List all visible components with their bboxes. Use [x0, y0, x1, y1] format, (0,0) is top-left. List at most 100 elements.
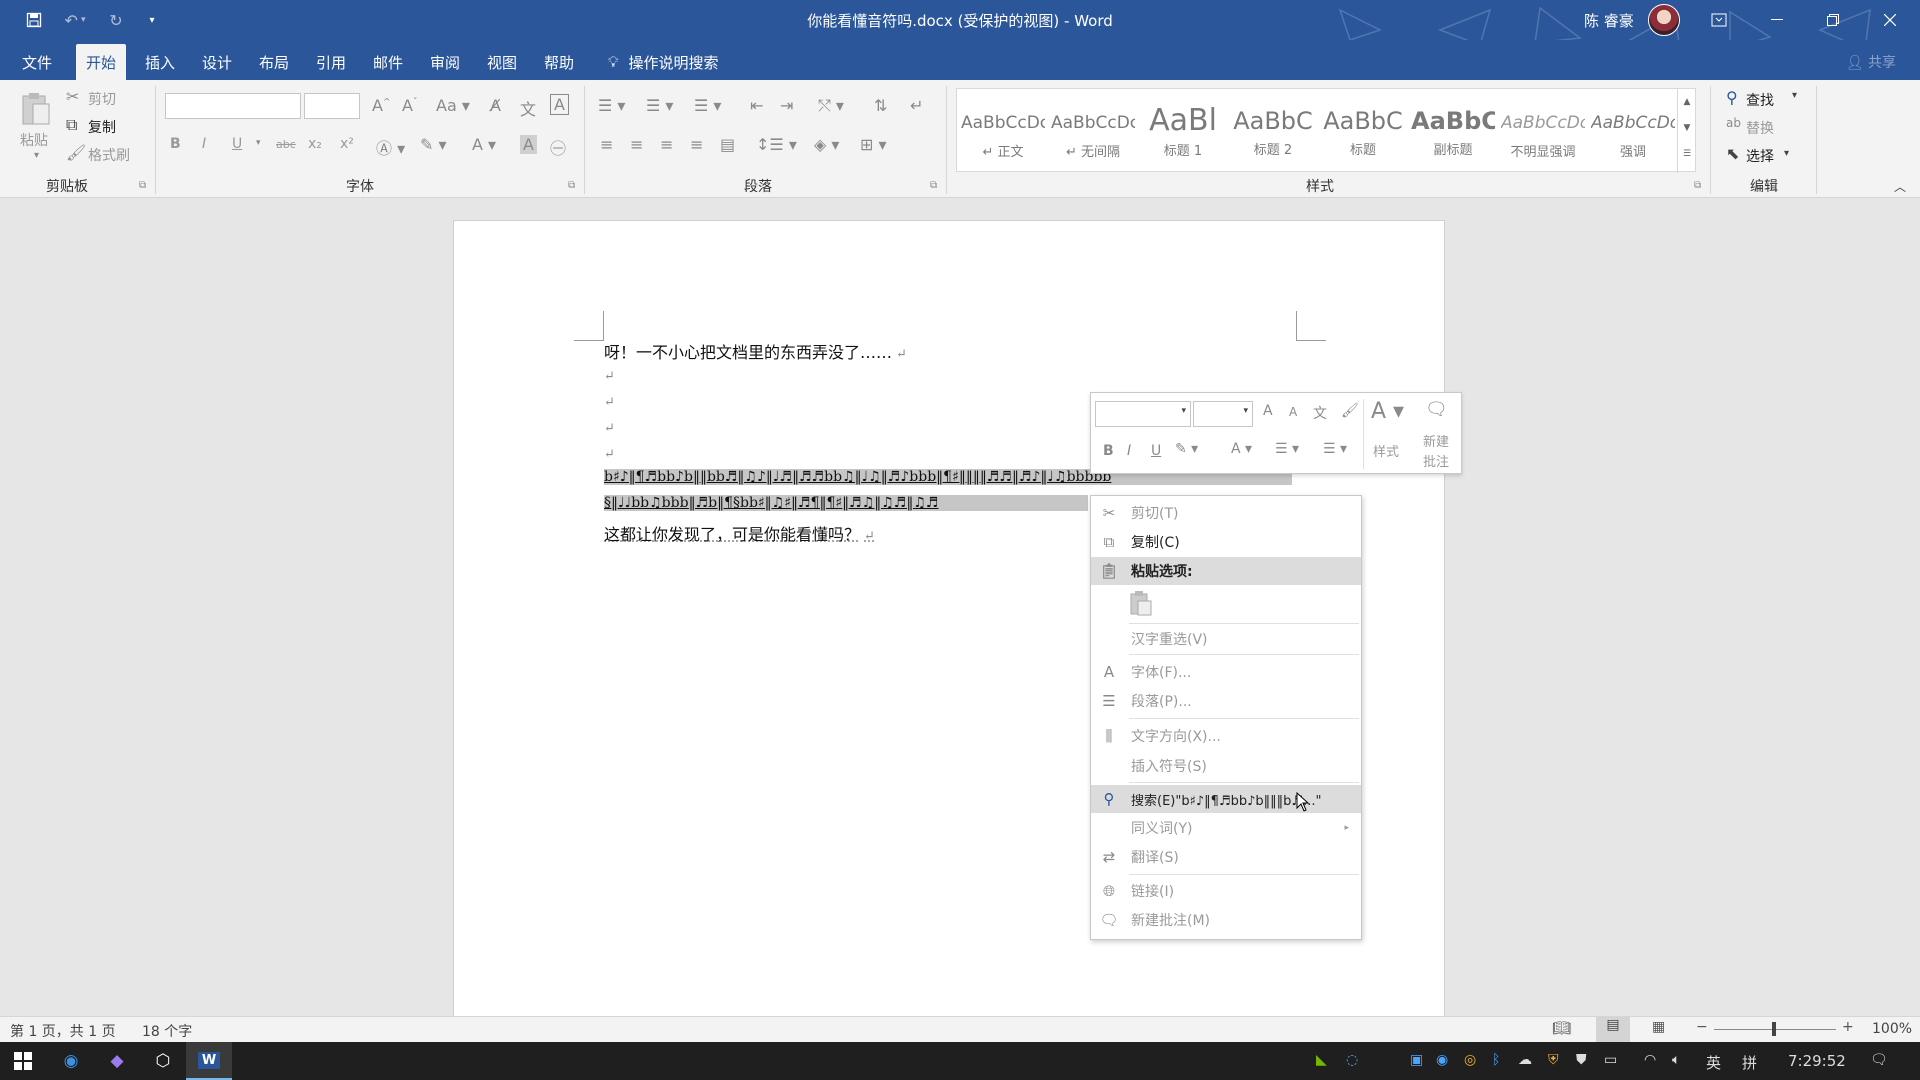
subscript-icon[interactable]: x₂ — [308, 136, 322, 152]
font-color-icon[interactable]: A ▾ — [472, 135, 496, 154]
menu-item-text-direction[interactable]: ⫼ 文字方向(X)... — [1091, 722, 1361, 750]
menu-item-reconvert[interactable]: 汉字重选(V) — [1091, 625, 1361, 653]
bluetooth-icon[interactable]: ᛒ — [1492, 1052, 1500, 1068]
page-count[interactable]: 第 1 页，共 1 页 — [10, 1021, 116, 1041]
character-border-icon[interactable]: A — [550, 94, 569, 115]
minimize-icon[interactable] — [1749, 0, 1805, 40]
menu-item-synonyms[interactable]: 同义词(Y) ▸ — [1091, 814, 1361, 842]
mini-bullets-icon[interactable]: ☰ ▾ — [1275, 441, 1299, 457]
shrink-font-icon[interactable]: Aˇ — [402, 96, 417, 115]
mini-shrink-font-icon[interactable]: A — [1289, 405, 1297, 419]
mini-font-name-combo[interactable]: ▾ — [1095, 401, 1191, 427]
align-left-icon[interactable]: ≡ — [600, 135, 613, 154]
avatar[interactable] — [1648, 4, 1680, 36]
asian-layout-icon[interactable]: ⤲ ▾ — [818, 96, 844, 116]
font-launcher-icon[interactable]: ⧉ — [568, 180, 575, 191]
italic-icon[interactable]: I — [202, 136, 206, 152]
highlight-icon[interactable]: ✎ ▾ — [420, 135, 447, 154]
restore-icon[interactable] — [1805, 0, 1861, 40]
nvidia-icon[interactable]: ◣ — [1316, 1052, 1327, 1068]
notification-icon[interactable]: 🗨︎ — [1870, 1052, 1888, 1068]
mini-bold-icon[interactable]: B — [1103, 443, 1114, 459]
print-layout-icon[interactable]: ▤ — [1596, 1017, 1630, 1042]
enclose-characters-icon[interactable]: ㊀ — [550, 135, 566, 159]
tab-home[interactable]: 开始 — [76, 44, 127, 80]
strikethrough-icon[interactable]: abc — [276, 138, 296, 151]
collapse-ribbon-icon[interactable]: ︿ — [1894, 178, 1906, 195]
clipboard-launcher-icon[interactable]: ⧉ — [139, 180, 146, 191]
keep-text-only-icon[interactable] — [1129, 590, 1155, 618]
menu-item-cut[interactable]: ✂ 剪切(T) — [1091, 499, 1361, 527]
word-count[interactable]: 18 个字 — [142, 1021, 192, 1041]
underline-dropdown-icon[interactable]: ▾ — [256, 138, 261, 148]
empty-paragraph[interactable]: ↵ — [604, 391, 615, 410]
numbering-icon[interactable]: ☰ ▾ — [646, 96, 673, 115]
style-heading-1[interactable]: AaBl 标题 1 — [1141, 103, 1225, 167]
menu-item-search[interactable]: ⚲ 搜索(E)"b♯♪‖¶♬bb♪b‖‖‖b♬..." — [1091, 785, 1361, 813]
align-center-icon[interactable]: ≡ — [630, 135, 643, 154]
chevron-down-icon[interactable]: ▼ — [1678, 115, 1696, 141]
tray-app-2-icon[interactable]: ◉ — [1436, 1052, 1448, 1068]
font-name-combo[interactable] — [165, 93, 301, 119]
battery-icon[interactable]: ▭ — [1604, 1052, 1617, 1068]
document-line[interactable]: 呀！一不小心把文档里的东西弄没了…… ↵ — [604, 339, 907, 363]
superscript-icon[interactable]: x² — [340, 136, 354, 152]
menu-item-copy[interactable]: ⧉ 复制(C) — [1091, 528, 1361, 556]
paragraph-launcher-icon[interactable]: ⧉ — [930, 180, 937, 191]
style-normal[interactable]: AaBbCcDc ↵ 正文 — [961, 103, 1045, 167]
bold-icon[interactable]: B — [170, 136, 181, 152]
text-effects-icon[interactable]: Ⓐ ▾ — [376, 135, 405, 159]
defender-icon[interactable]: ⛊ — [1576, 1052, 1587, 1068]
new-comment-icon[interactable]: 🗨︎ — [1425, 399, 1448, 420]
empty-paragraph[interactable]: ↵ — [604, 365, 615, 384]
borders-icon[interactable]: ⊞ ▾ — [860, 135, 887, 154]
chrome-icon[interactable]: ◎ — [1464, 1052, 1476, 1068]
document-line[interactable]: 这都让你发现了，可是你能看懂吗？ ↵ — [604, 521, 875, 545]
web-layout-icon[interactable]: ▦ — [1652, 1019, 1665, 1035]
chevron-up-icon[interactable]: ▲ — [1678, 89, 1696, 115]
visual-studio-icon[interactable]: ◆ — [94, 1042, 140, 1080]
menu-item-paragraph[interactable]: ☰ 段落(P)... — [1091, 687, 1361, 715]
ribbon-display-options-icon[interactable] — [1691, 0, 1747, 40]
style-title[interactable]: AaBbC 标题 — [1321, 103, 1405, 167]
tell-me-search[interactable]: 💡︎ 操作说明搜索 — [598, 44, 729, 80]
more-styles-icon[interactable]: ☰ — [1678, 141, 1696, 167]
cut-button[interactable]: 剪切 — [88, 89, 116, 109]
line-spacing-icon[interactable]: ↕☰ ▾ — [756, 135, 797, 154]
find-button[interactable]: 查找 — [1746, 90, 1774, 110]
replace-button[interactable]: 替换 — [1746, 118, 1774, 138]
tab-view[interactable]: 视图 — [477, 44, 527, 80]
user-name[interactable]: 陈 睿豪 — [1584, 10, 1634, 31]
zoom-level[interactable]: 100% — [1872, 1021, 1912, 1037]
mini-format-painter-icon[interactable]: 🖌︎ — [1341, 403, 1359, 419]
selected-text-line[interactable]: §‖♩♩bb♫bbb‖♬b‖¶§bb♯‖♫♯‖♬¶‖¶♯‖♬♫‖♫♬‖♫♬ — [604, 495, 1088, 511]
tab-design[interactable]: 设计 — [192, 44, 242, 80]
empty-paragraph[interactable]: ↵ — [604, 443, 615, 462]
menu-item-translate[interactable]: ⇄ 翻译(S) — [1091, 843, 1361, 871]
security-icon[interactable]: ⛨ — [1548, 1052, 1559, 1068]
mini-grow-font-icon[interactable]: A — [1263, 403, 1273, 419]
tab-file[interactable]: 文件 — [12, 44, 62, 80]
paste-dropdown-icon[interactable]: ▾ — [34, 150, 39, 161]
font-size-combo[interactable] — [304, 93, 360, 119]
menu-item-new-comment[interactable]: 🗨︎ 新建批注(M) — [1091, 906, 1361, 934]
menu-item-font[interactable]: A 字体(F)... — [1091, 658, 1361, 686]
wifi-icon[interactable]: ◠ — [1644, 1052, 1656, 1068]
character-shading-icon[interactable]: A — [520, 135, 537, 154]
menu-item-link[interactable]: 🌐︎ 链接(I) — [1091, 877, 1361, 905]
decrease-indent-icon[interactable]: ⇤ — [750, 96, 763, 115]
zoom-slider-handle[interactable] — [1772, 1022, 1776, 1036]
justify-icon[interactable]: ≡ — [690, 135, 703, 154]
copy-button[interactable]: 复制 — [88, 117, 116, 137]
shading-icon[interactable]: ◈ ▾ — [814, 135, 839, 154]
3d-box-icon[interactable]: ⬡ — [140, 1042, 186, 1080]
tab-help[interactable]: 帮助 — [534, 44, 584, 80]
mini-styles-icon[interactable]: A ▾ — [1371, 399, 1404, 424]
mini-italic-icon[interactable]: I — [1127, 443, 1131, 459]
mini-new-comment-label[interactable]: 新建 — [1423, 431, 1449, 450]
menu-item-insert-symbol[interactable]: 插入符号(S) — [1091, 752, 1361, 780]
close-icon[interactable] — [1862, 0, 1918, 40]
find-dropdown-icon[interactable]: ▾ — [1792, 90, 1797, 101]
show-marks-icon[interactable]: ↵ — [910, 96, 923, 115]
styles-launcher-icon[interactable]: ⧉ — [1694, 180, 1701, 191]
